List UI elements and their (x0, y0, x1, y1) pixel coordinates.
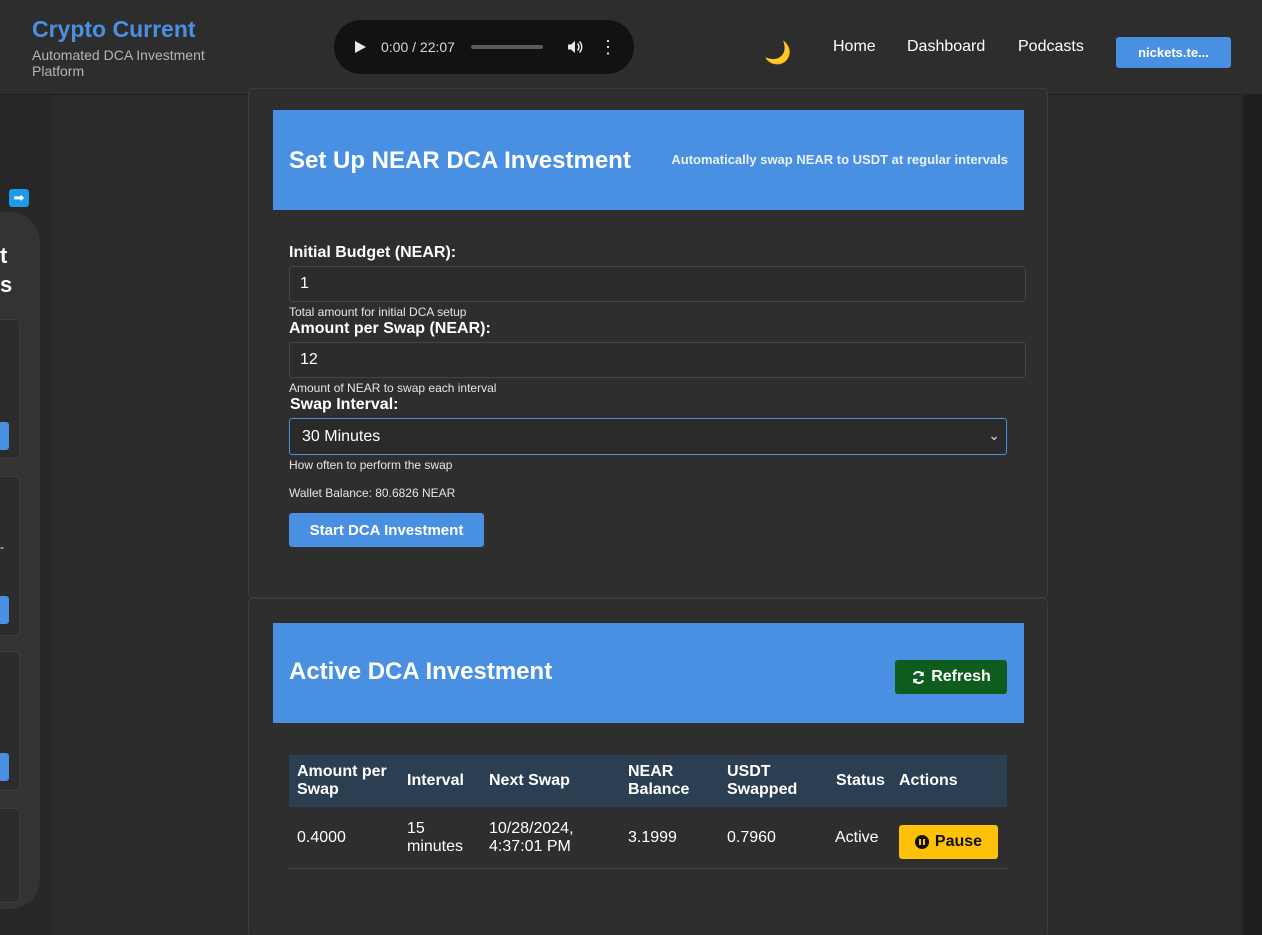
sidebar-partial-text: t (0, 243, 8, 268)
sidebar-card (0, 808, 20, 903)
swap-interval-select[interactable]: 30 Minutes ⌄ (289, 418, 1007, 455)
more-options-icon[interactable]: ⋮ (599, 38, 617, 56)
refresh-button[interactable]: Refresh (895, 660, 1007, 694)
pause-label: Pause (934, 833, 983, 850)
active-dca-table: Amount per Swap Interval Next Swap NEAR … (289, 755, 1007, 869)
amount-per-swap-hint: Amount of NEAR to swap each interval (289, 381, 497, 395)
initial-budget-input[interactable] (289, 266, 1026, 302)
active-title: Active DCA Investment (289, 658, 553, 685)
cell-near-balance: 3.1999 (628, 829, 677, 846)
setup-section: Set Up NEAR DCA Investment Automatically… (248, 88, 1048, 598)
start-dca-button[interactable]: Start DCA Investment (289, 513, 484, 547)
swap-interval-value: 30 Minutes (302, 427, 381, 445)
amount-per-swap-label: Amount per Swap (NEAR): (289, 320, 491, 337)
swap-interval-hint: How often to perform the swap (289, 458, 453, 472)
column-header: Status (836, 772, 885, 789)
table-row: 0.4000 15 minutes 10/28/2024, 4:37:01 PM… (289, 807, 1007, 869)
table-header: Amount per Swap Interval Next Swap NEAR … (289, 755, 1007, 807)
active-dca-section: Active DCA Investment Refresh Amount per… (248, 598, 1048, 935)
initial-budget-label: Initial Budget (NEAR): (289, 244, 457, 261)
column-header: Next Swap (489, 772, 570, 789)
chevron-down-icon: ⌄ (988, 427, 1000, 443)
pause-icon (914, 835, 929, 849)
moon-icon[interactable]: 🌙 (764, 40, 791, 66)
nav-dashboard[interactable]: Dashboard (907, 38, 985, 56)
nav-podcasts[interactable]: Podcasts (1018, 38, 1084, 56)
cell-interval: 15 minutes (407, 820, 464, 855)
pause-button[interactable]: Pause (899, 825, 998, 859)
brand-subtitle: Automated DCA Investment Platform (32, 47, 205, 79)
sidebar-partial-text: - (0, 540, 4, 554)
sidebar-card-button[interactable] (0, 596, 9, 624)
setup-title: Set Up NEAR DCA Investment (289, 147, 631, 174)
refresh-icon (913, 670, 925, 684)
column-header: Interval (407, 772, 464, 789)
audio-progress-bar[interactable] (470, 45, 543, 49)
play-icon[interactable] (355, 41, 366, 53)
arrow-right-icon[interactable]: ➡ (9, 189, 29, 207)
cell-amount: 0.4000 (297, 829, 346, 846)
sidebar-card-button[interactable] (0, 422, 9, 450)
column-header: Actions (899, 772, 958, 789)
column-header: USDT Swapped (727, 763, 798, 798)
column-header: Amount per Swap (297, 763, 387, 798)
amount-per-swap-input[interactable] (289, 342, 1026, 378)
sidebar-card-button[interactable] (0, 753, 9, 781)
audio-time: 0:00 / 22:07 (381, 39, 455, 55)
setup-header: Set Up NEAR DCA Investment Automatically… (273, 110, 1024, 210)
swap-interval-label: Swap Interval: (290, 396, 399, 413)
sidebar-partial-text: s (0, 272, 13, 297)
active-header: Active DCA Investment Refresh (273, 623, 1024, 723)
cell-usdt-swapped: 0.7960 (727, 829, 776, 846)
top-header: Crypto Current Automated DCA Investment … (0, 0, 1262, 95)
wallet-balance: Wallet Balance: 80.6826 NEAR (289, 486, 456, 500)
cell-next-swap: 10/28/2024, 4:37:01 PM (489, 820, 574, 855)
audio-player: 0:00 / 22:07 ⋮ (334, 20, 634, 74)
setup-subtitle: Automatically swap NEAR to USDT at regul… (671, 152, 1008, 167)
right-gutter (1243, 95, 1262, 935)
initial-budget-hint: Total amount for initial DCA setup (289, 305, 467, 319)
wallet-button[interactable]: nickets.te... (1116, 37, 1231, 68)
status-badge: Active (835, 829, 879, 846)
column-header: NEAR Balance (628, 763, 690, 798)
refresh-label: Refresh (931, 668, 991, 685)
nav-home[interactable]: Home (833, 38, 876, 56)
volume-icon[interactable] (567, 39, 583, 55)
brand-title[interactable]: Crypto Current (32, 16, 196, 43)
